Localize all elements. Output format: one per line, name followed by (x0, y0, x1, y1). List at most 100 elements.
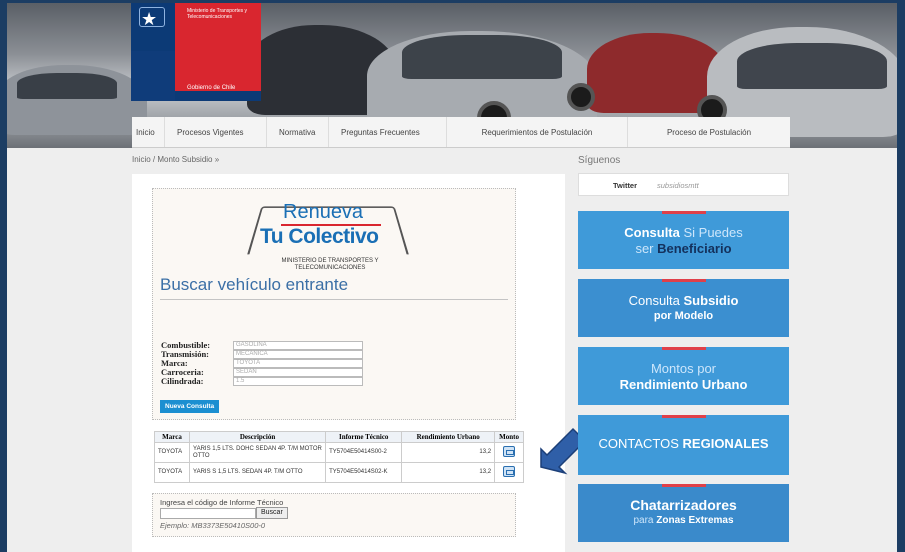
column-header: Marca (153, 431, 191, 443)
car-photo-center-window (402, 35, 562, 79)
consulta-subsidio-button[interactable]: Consulta Subsidio por Modelo (578, 279, 789, 337)
codigo-label: Ingresa el código de Informe Técnico (160, 498, 284, 507)
cell-informe: TY5704E50414S00-2 (325, 442, 403, 463)
nav-item-procesos-vigentes[interactable]: Procesos Vigentes (165, 117, 267, 147)
consulta-beneficiario-button[interactable]: Consulta Si Puedes ser Beneficiario (578, 211, 789, 269)
logo-ministerio-text: MINISTERIO DE TRANSPORTES Y TELECOMUNICA… (281, 258, 379, 271)
red-tick (662, 211, 706, 214)
cell-marca: TOYOTA (153, 442, 191, 463)
logo-footer-text: Gobierno de Chile (187, 85, 236, 91)
cell-marca: TOYOTA (153, 462, 191, 483)
logo-blue-bar (175, 91, 261, 101)
table-header-row: Marca Descripción Informe Técnico Rendim… (153, 431, 524, 443)
cell-descripcion: YARIS 1,5 LTS. DOHC SEDAN 4P. T/M MOTOR … (189, 442, 327, 463)
search-card: Renueva Tu Colectivo MINISTERIO DE TRANS… (152, 188, 516, 420)
button-line-2: para Zonas Extremas (578, 515, 789, 526)
cell-informe: TY5704E50414S02-K (325, 462, 403, 483)
logo-renueva-text: Renueva (283, 201, 364, 223)
twitter-follow[interactable]: Twitter subsidiosmtt (578, 173, 789, 196)
form-row-transmision: Transmisión: MECANICA (161, 350, 363, 359)
cell-monto (494, 442, 524, 463)
form-row-cilindrada: Cilindrada: 1.5 (161, 377, 363, 386)
table-row: TOYOTA YARIS 1,5 LTS. DOHC SEDAN 4P. T/M… (153, 442, 524, 463)
button-text: Zonas Extremas (656, 515, 734, 526)
twitter-label: Twitter (613, 181, 638, 190)
button-line-1: Chatarrizadores (578, 497, 789, 513)
red-tick (662, 279, 706, 282)
button-text: Si Puedes (679, 225, 743, 240)
combustible-field[interactable]: GASOLINA (233, 341, 363, 350)
cilindrada-field[interactable]: 1.5 (233, 377, 363, 386)
red-tick (662, 484, 706, 487)
results-table: Marca Descripción Informe Técnico Rendim… (153, 431, 524, 483)
gobierno-de-chile-logo[interactable]: ★ Ministerio de Transportes y Telecomuni… (131, 3, 261, 101)
car-photo-left-window (17, 73, 117, 99)
button-text: Consulta (624, 225, 680, 240)
carroceria-field[interactable]: SEDAN (233, 368, 363, 377)
field-label: Cilindrada: (161, 376, 204, 386)
header-banner: ★ Ministerio de Transportes y Telecomuni… (7, 3, 897, 148)
nav-item-requerimientos[interactable]: Requerimientos de Postulación (447, 117, 628, 147)
codigo-search-card: Ingresa el código de Informe Técnico Bus… (152, 493, 516, 537)
button-text: ser (635, 241, 658, 256)
red-tick (662, 415, 706, 418)
vehicle-filter-form: Combustible: GASOLINA Transmisión: MECAN… (161, 341, 363, 386)
star-icon: ★ (141, 9, 158, 29)
button-text: REGIONALES (682, 436, 769, 451)
cell-descripcion: YARIS S 1,5 LTS. SEDAN 4P. T/M OTTO (189, 462, 327, 483)
logo-ministry-text: Ministerio de Transportes y Telecomunica… (187, 8, 248, 20)
nav-item-inicio[interactable]: Inicio (132, 117, 165, 147)
search-divider (160, 299, 508, 300)
nav-item-preguntas-frecuentes[interactable]: Preguntas Frecuentes (329, 117, 447, 147)
browser-page: ★ Ministerio de Transportes y Telecomuni… (7, 3, 897, 552)
button-line-1: Consulta Subsidio (578, 293, 789, 308)
car-wheel (567, 83, 595, 111)
button-line-1: Consulta Si Puedes (578, 225, 789, 240)
marca-field[interactable]: TOYOTA (233, 359, 363, 368)
main-nav: Inicio Procesos Vigentes Normativa Pregu… (132, 117, 790, 148)
logo-tu-colectivo-text: Tu Colectivo (260, 225, 379, 248)
breadcrumb[interactable]: Inicio / Monto Subsidio » (132, 155, 219, 164)
button-line-1: Montos por (578, 361, 789, 376)
column-header: Informe Técnico (325, 431, 403, 443)
nav-item-proceso-postulacion[interactable]: Proceso de Postulación (628, 117, 790, 147)
document-icon[interactable] (503, 445, 516, 457)
button-text: CONTACTOS (598, 436, 683, 451)
nav-item-normativa[interactable]: Normativa (267, 117, 329, 147)
red-tick (662, 347, 706, 350)
button-text: Chatarrizadores (630, 497, 737, 513)
button-text: Subsidio (683, 293, 739, 308)
button-text: Rendimiento Urbano (619, 377, 748, 392)
buscar-button[interactable]: Buscar (256, 507, 288, 519)
button-line-2: ser Beneficiario (578, 241, 789, 256)
cell-monto (494, 462, 524, 483)
cell-rendimiento: 13,2 (401, 442, 496, 463)
montos-rendimiento-button[interactable]: Montos por Rendimiento Urbano (578, 347, 789, 405)
renueva-tu-colectivo-logo: Renueva Tu Colectivo MINISTERIO DE TRANS… (245, 193, 413, 273)
button-text: por Modelo (653, 310, 714, 322)
car-photo-right-window (737, 43, 887, 89)
button-line-1: CONTACTOS REGIONALES (578, 436, 789, 451)
button-line-2: por Modelo (578, 310, 789, 322)
button-text: Consulta (628, 293, 684, 308)
button-text: Montos por (650, 361, 717, 376)
search-title: Buscar vehículo entrante (160, 275, 349, 294)
chatarrizadores-button[interactable]: Chatarrizadores para Zonas Extremas (578, 484, 789, 542)
twitter-handle[interactable]: subsidiosmtt (657, 181, 699, 190)
main-panel: Renueva Tu Colectivo MINISTERIO DE TRANS… (132, 174, 565, 552)
column-header: Descripción (189, 431, 327, 443)
column-header: Monto (494, 431, 524, 443)
button-text: para (633, 515, 657, 526)
button-text: Beneficiario (657, 241, 732, 256)
button-line-2: Rendimiento Urbano (578, 377, 789, 392)
column-header: Rendimiento Urbano (401, 431, 496, 443)
nueva-consulta-button[interactable]: Nueva Consulta (160, 400, 220, 413)
table-row: TOYOTA YARIS S 1,5 LTS. SEDAN 4P. T/M OT… (153, 462, 524, 483)
document-icon[interactable] (503, 465, 516, 477)
codigo-example: Ejemplo: MB3373E50410S00-0 (160, 521, 266, 530)
contactos-regionales-button[interactable]: CONTACTOS REGIONALES (578, 415, 789, 475)
sidebar-title: Síguenos (578, 155, 621, 166)
transmision-field[interactable]: MECANICA (233, 350, 363, 359)
codigo-input[interactable] (160, 508, 256, 519)
cell-rendimiento: 13,2 (401, 462, 496, 483)
